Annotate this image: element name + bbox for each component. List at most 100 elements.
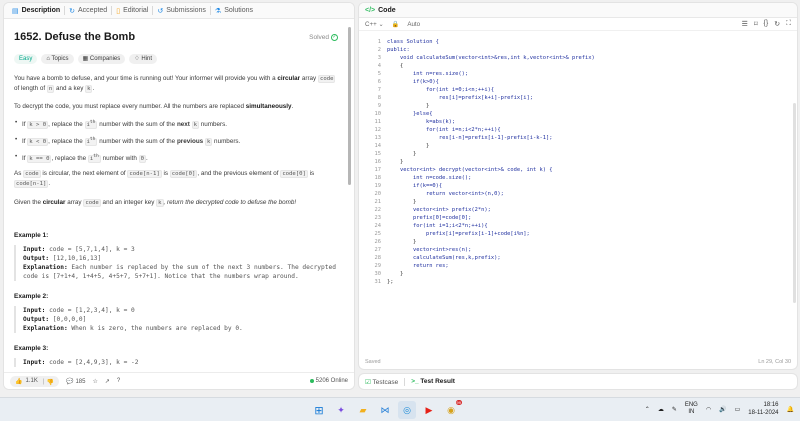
code-line[interactable]: if(k>0){: [387, 78, 595, 86]
code-area: </> Code C++ ⌄ 🔒 Auto ☰ ⌑ {} ↻ ⛶ 1234567…: [358, 2, 798, 390]
code-line[interactable]: res[i-n]=prefix[i-1]-prefix[i-k-1];: [387, 134, 595, 142]
example-heading: Example 2:: [14, 292, 49, 300]
code-brackets-icon: </>: [365, 6, 376, 14]
code-line[interactable]: }: [387, 142, 595, 150]
problem-title[interactable]: 1652. Defuse the Bomb: [14, 31, 135, 43]
lock-icon: 🔒: [391, 21, 400, 28]
vscode-icon[interactable]: ⋈: [376, 401, 394, 419]
code-text[interactable]: class Solution {public: void calculateSu…: [387, 38, 595, 286]
code-line[interactable]: for(int i=n;i<2*n;++i){: [387, 126, 595, 134]
line-number: 13: [374, 135, 382, 141]
notes-icon[interactable]: ☰: [742, 20, 748, 28]
youtube-icon[interactable]: ▶: [420, 401, 438, 419]
wifi-icon[interactable]: ◠: [706, 406, 711, 413]
line-number: 30: [374, 271, 382, 277]
code-line[interactable]: vector<int>res(n);: [387, 246, 595, 254]
comment-icon: 💬: [66, 378, 74, 385]
code-editor[interactable]: 1 2 3 4 5 6 7 8 9 10 11 12 13 14 15 16 17 18 19 20 21 22 23 24 2…: [359, 33, 797, 353]
lightbulb-icon: ♢: [134, 56, 140, 62]
code-line[interactable]: }: [387, 158, 595, 166]
line-number: 3: [377, 55, 381, 61]
code-line[interactable]: int n=code.size();: [387, 174, 595, 182]
code-line[interactable]: for(int i=1;i<2*n;++i){: [387, 222, 595, 230]
online-count: 5206 Online: [309, 378, 348, 384]
code-line[interactable]: if(k==0){: [387, 182, 595, 190]
code-line[interactable]: vector<int> decrypt(vector<int>& code, i…: [387, 166, 595, 174]
console-tabs: ☑ Testcase >_ Test Result: [358, 373, 798, 390]
code-line[interactable]: int n=res.size();: [387, 70, 595, 78]
code-line[interactable]: class Solution {: [387, 38, 595, 46]
windows-start-icon[interactable]: ⊞: [310, 401, 328, 419]
code-line[interactable]: void calculateSum(vector<int>&res,int k,…: [387, 54, 595, 62]
description-scrollbar[interactable]: [348, 27, 351, 185]
like-button[interactable]: 👍 1.1K ｜👎: [10, 375, 60, 387]
code-line[interactable]: for(int i=0;i<n;++i){: [387, 86, 595, 94]
copilot-icon[interactable]: ✦: [332, 401, 350, 419]
language-select[interactable]: C++ ⌄: [365, 21, 384, 28]
history-icon: ↺: [157, 7, 164, 15]
system-tray: ⌃ ☁ ✎ ENG IN ◠ 🔊 ▭ 18:16 18-11-2024 🔔: [645, 401, 794, 417]
code-line[interactable]: prefix[0]=code[0];: [387, 214, 595, 222]
cloud-icon[interactable]: ☁: [658, 406, 664, 413]
line-number: 7: [377, 87, 381, 93]
code-line[interactable]: k=abs(k);: [387, 118, 595, 126]
taskbar: ⊞ ✦ ▰ ⋈ ◎ ▶ ◉ 99 ⌃ ☁ ✎ ENG IN ◠ 🔊 ▭ 18:16…: [0, 397, 800, 421]
list-item: If k == 0, replace the ith number with 0…: [14, 152, 338, 164]
line-number: 14: [374, 143, 382, 149]
code-line[interactable]: };: [387, 278, 595, 286]
tab-accepted[interactable]: ↻ Accepted: [65, 3, 111, 19]
code-line[interactable]: }: [387, 270, 595, 278]
code-line[interactable]: return res;: [387, 262, 595, 270]
line-number: 21: [374, 199, 382, 205]
topics-chip[interactable]: ⌂ Topics: [41, 54, 74, 64]
notification-badge: 99: [455, 400, 462, 405]
code-line[interactable]: }: [387, 238, 595, 246]
bookmark-icon[interactable]: ⌑: [754, 20, 758, 28]
pen-icon[interactable]: ✎: [672, 406, 677, 413]
code-line[interactable]: }: [387, 198, 595, 206]
description-paragraph: You have a bomb to defuse, and your time…: [14, 75, 336, 93]
clock[interactable]: 18:16 18-11-2024: [748, 401, 778, 417]
line-number: 27: [374, 247, 382, 253]
volume-icon[interactable]: 🔊: [719, 406, 726, 413]
tab-editorial[interactable]: ▯ Editorial: [112, 3, 152, 19]
code-line[interactable]: }: [387, 150, 595, 158]
line-number: 25: [374, 231, 382, 237]
tab-description[interactable]: ▤ Description: [8, 3, 64, 19]
share-button[interactable]: ↗: [105, 378, 110, 385]
line-number: 2: [377, 47, 381, 53]
code-line[interactable]: vector<int> prefix(2*n);: [387, 206, 595, 214]
chrome-icon[interactable]: ◉ 99: [442, 400, 462, 419]
braces-icon[interactable]: {}: [764, 20, 769, 28]
code-line[interactable]: public:: [387, 46, 595, 54]
editor-scrollbar[interactable]: [793, 103, 796, 303]
favorite-button[interactable]: ☆: [92, 378, 97, 385]
hint-chip[interactable]: ♢ Hint: [129, 54, 157, 64]
list-item: If k > 0, replace the ith number with th…: [14, 118, 338, 130]
tab-submissions[interactable]: ↺ Submissions: [153, 3, 210, 19]
code-line[interactable]: }: [387, 102, 595, 110]
edge-icon[interactable]: ◎: [398, 401, 416, 419]
code-line[interactable]: {: [387, 62, 595, 70]
comments-button[interactable]: 💬 185: [66, 378, 85, 385]
fullscreen-icon[interactable]: ⛶: [786, 20, 791, 28]
chevron-up-icon[interactable]: ⌃: [645, 406, 650, 413]
tab-testcase[interactable]: ☑ Testcase: [365, 378, 398, 386]
file-explorer-icon[interactable]: ▰: [354, 401, 372, 419]
code-line[interactable]: calculateSum(res,k,prefix);: [387, 254, 595, 262]
code-line[interactable]: return vector<int>(n,0);: [387, 190, 595, 198]
line-number: 12: [374, 127, 382, 133]
tab-solutions[interactable]: ⚗ Solutions: [211, 3, 257, 19]
battery-icon[interactable]: ▭: [735, 406, 741, 413]
companies-chip[interactable]: ▦ Companies: [77, 54, 126, 64]
code-line[interactable]: }else{: [387, 110, 595, 118]
reset-icon[interactable]: ↻: [774, 20, 780, 28]
code-line[interactable]: prefix[i]=prefix[i-1]+code[i%n];: [387, 230, 595, 238]
code-line[interactable]: res[i]=prefix[k+i]-prefix[i];: [387, 94, 595, 102]
mode-label[interactable]: Auto: [407, 21, 420, 28]
editor-status-bar: Saved Ln 29, Col 30: [359, 355, 797, 369]
notifications-icon[interactable]: 🔔: [787, 406, 794, 413]
help-button[interactable]: ?: [117, 378, 120, 384]
language-indicator[interactable]: ENG IN: [685, 402, 698, 416]
tab-test-result[interactable]: >_ Test Result: [411, 378, 455, 385]
